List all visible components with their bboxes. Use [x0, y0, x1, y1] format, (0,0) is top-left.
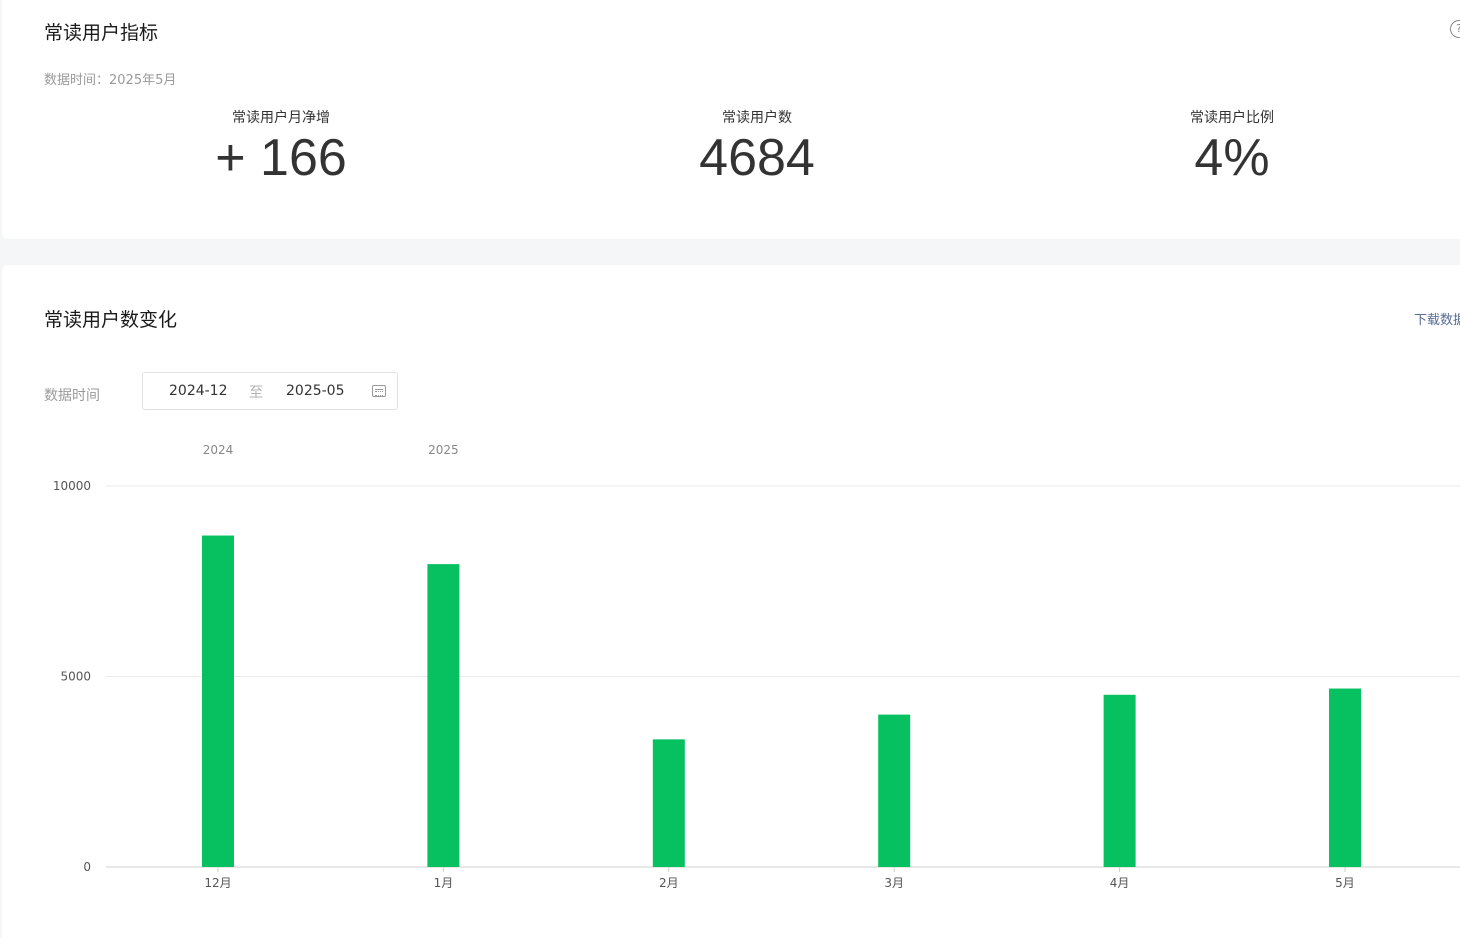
x-tick-label: 1月	[434, 876, 454, 890]
bar	[652, 739, 685, 867]
bar	[1329, 688, 1361, 867]
metric-regular-reader-ratio: 常读用户比例 4%	[1082, 108, 1382, 186]
metric-value: 4684	[699, 129, 815, 187]
metric-monthly-net-increase: 常读用户月净增 + 166	[131, 108, 431, 186]
bar	[1103, 694, 1136, 867]
metric-value: + 166	[215, 129, 347, 187]
metric-label: 常读用户月净增	[232, 110, 330, 126]
bar	[427, 564, 460, 867]
bar-chart: 0 5000 10000 12月 1月 2月 3月 4月 5月 2024 2025	[53, 443, 1460, 890]
data-time-label: 数据时间：	[44, 73, 110, 88]
x-tick-label: 4月	[1110, 876, 1130, 890]
x-tick-label: 3月	[884, 876, 904, 890]
y-tick-label: 5000	[60, 670, 91, 684]
bar	[878, 714, 911, 867]
metric-label: 常读用户比例	[1190, 110, 1274, 126]
metric-value: 4%	[1194, 129, 1270, 187]
data-time: 数据时间：2025年5月	[44, 69, 176, 88]
bar	[202, 535, 234, 867]
help-icon[interactable]: ?	[1450, 20, 1460, 38]
data-time-value: 2025年5月	[109, 73, 177, 88]
x-tick-label: 12月	[204, 876, 231, 890]
x-tick-label: 2月	[659, 876, 679, 890]
trend-card: 常读用户数变化 下载数据 数据时间 2024-12 至 2025-05 0 500…	[2, 265, 1460, 938]
metric-regular-readers: 常读用户数 4684	[607, 108, 907, 186]
x-tick-label: 5月	[1335, 876, 1355, 890]
metrics-card: 常读用户指标 ? 数据时间：2025年5月 常读用户月净增 + 166 常读用户…	[2, 0, 1460, 239]
metrics-card-title: 常读用户指标	[44, 22, 159, 44]
metric-label: 常读用户数	[722, 110, 792, 126]
year-label: 2024	[203, 443, 234, 457]
y-tick-label: 0	[83, 860, 91, 874]
y-tick-label: 10000	[53, 479, 91, 493]
year-label: 2025	[428, 443, 459, 457]
